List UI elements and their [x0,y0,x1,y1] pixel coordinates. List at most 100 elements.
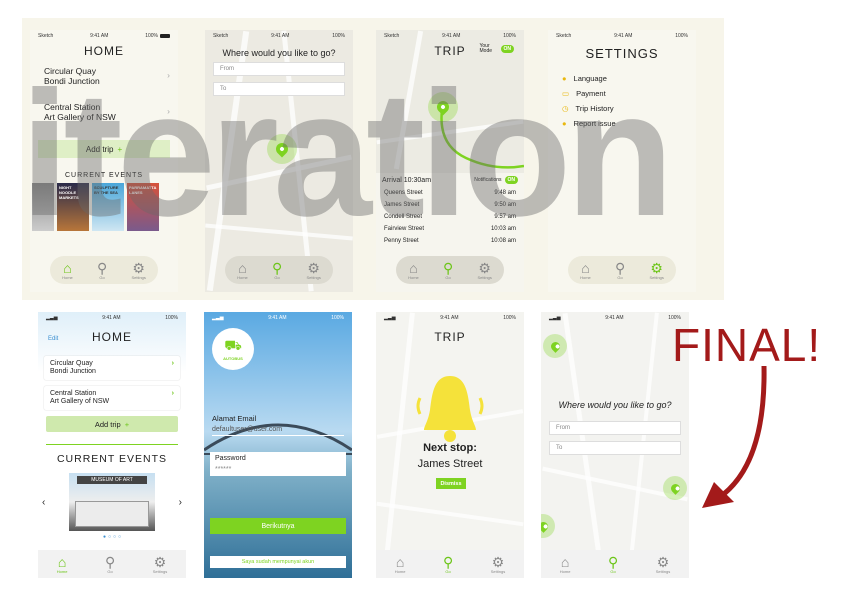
tab-home[interactable]: ⌂ Home [395,555,406,574]
settings-item-payment[interactable]: ▭ Payment [548,86,696,101]
mode-toggle[interactable]: Your Mode ON [480,44,514,54]
event-card[interactable]: MUSEUM OF ART [69,473,155,531]
search-question: Where would you like to go? [558,400,672,410]
location-marker[interactable] [663,476,687,500]
tab-bar: ⌂ Home ⚲ Go ⚙ Settings [38,550,186,578]
tab-go[interactable]: ⚲ Go [97,261,107,280]
stop-time: 10:03 am [490,226,516,232]
stop-time: 10:08 am [490,238,516,244]
tab-go[interactable]: ⚲ Go [272,261,282,280]
tab-settings[interactable]: ⚙ Settings [131,261,145,280]
tab-settings[interactable]: ⚙ Settings [306,261,320,280]
chevron-right-icon: › [167,106,170,116]
trip-item[interactable]: Central Station Art Gallery of NSW › [44,386,180,410]
carousel-dots[interactable]: ● ○ ○ ○ [38,534,186,540]
plus-icon: + [117,144,123,154]
status-bar: Sketch 9:41 AM 100% [30,30,178,42]
tab-go[interactable]: ⚲ Go [105,555,115,574]
stop-list: Queens Street 9:48 am James Street 9:50 am C… [376,187,524,247]
event-card-partial[interactable] [32,183,54,231]
current-location-marker[interactable] [428,92,458,122]
events-carousel[interactable]: NIGHT NOODLE MARKETS SCULPTURE BY THE SE… [30,183,178,231]
carousel-dot[interactable]: ○ [108,534,111,540]
tab-bar: ⌂ Home ⚲ Go ⚙ Settings [541,550,689,578]
settings-item-language[interactable]: ● Language [548,71,696,86]
status-bar: ▂▃▅ 9:41 AM 100% [384,315,516,321]
status-bar: Sketch 9:41 AM 100% [384,33,516,39]
tab-settings[interactable]: ⚙ Settings [649,261,663,280]
add-trip-button[interactable]: Add trip + [46,416,178,432]
settings-item-trip-history[interactable]: ◷ Trip History [548,101,696,116]
chevron-right-icon[interactable]: › [179,497,182,508]
stop-time: 9:48 am [494,190,516,196]
tab-go[interactable]: ⚲ Go [615,261,625,280]
page-title: HOME [92,330,132,344]
location-pin-icon: ⚲ [271,259,283,276]
location-pin-icon: ⚲ [442,553,454,570]
location-marker[interactable] [541,514,555,538]
tab-go[interactable]: ⚲ Go [608,555,618,574]
tab-settings[interactable]: ⚙ Settings [656,555,670,574]
screen-trip-iteration: Sketch 9:41 AM 100% TRIP Your Mode ON Arri… [376,30,524,292]
email-field[interactable]: defaultuser@user.com [212,426,344,436]
add-trip-button[interactable]: Add trip + [38,140,170,158]
events-heading: CURRENT EVENTS [56,453,168,465]
tab-home[interactable]: ⌂ Home [408,261,419,280]
chevron-right-icon: › [171,390,174,397]
password-field[interactable]: Password ****** [210,452,346,476]
clock-icon: ◷ [562,104,569,113]
from-field[interactable]: From [549,421,681,435]
home-icon: ⌂ [57,553,67,570]
gear-icon: ⚙ [132,259,145,276]
next-button[interactable]: Berikutnya [210,518,346,534]
chevron-left-icon[interactable]: ‹ [42,497,45,508]
screen-trip-final: ▂▃▅ 9:41 AM 100% TRIP Next stop: James Str… [376,312,524,578]
app-logo: ⛟ AUTOBUS [212,328,254,370]
toggle-switch[interactable]: ON [500,45,514,53]
tab-settings[interactable]: ⚙ Settings [153,555,167,574]
gear-icon: ⚙ [307,259,320,276]
location-pin-icon: ⚲ [614,259,626,276]
tab-home[interactable]: ⌂ Home [57,555,68,574]
bus-icon: ⛟ [224,337,242,353]
event-card[interactable]: NIGHT NOODLE MARKETS [57,183,89,231]
event-card[interactable]: PARRAMATTA LANES [127,183,159,231]
location-pin-icon: ⚲ [96,259,108,276]
to-field[interactable]: To [549,441,681,455]
trip-item[interactable]: Circular Quay Bondi Junction › [30,64,178,88]
screen-go-final: ▂▃▅ 9:41 AM 100% Where would you like to g… [541,312,689,578]
current-location-marker[interactable] [267,134,297,164]
tab-home[interactable]: ⌂ Home [580,261,591,280]
tab-home[interactable]: ⌂ Home [560,555,571,574]
carousel-dot[interactable]: ● [103,534,106,540]
carousel-dot[interactable]: ○ [118,534,121,540]
tab-home[interactable]: ⌂ Home [62,261,73,280]
tab-go[interactable]: ⚲ Go [443,261,453,280]
plus-icon: + [124,419,130,429]
gear-icon: ⚙ [491,553,505,570]
tab-home[interactable]: ⌂ Home [237,261,248,280]
trip-item[interactable]: Central Station Art Gallery of NSW › [30,100,178,124]
tab-bar: ⌂ Home ⚲ Go ⚙ Settings [225,256,333,284]
settings-item-report-issue[interactable]: ● Report issue [548,116,696,131]
trip-item[interactable]: Circular Quay Bondi Junction › [44,356,180,380]
from-field[interactable]: From [213,62,345,76]
location-marker[interactable] [543,334,567,358]
dismiss-button[interactable]: Dismiss [436,478,466,489]
carousel-dot[interactable]: ○ [113,534,116,540]
tab-bar: ⌂ Home ⚲ Go ⚙ Settings [50,256,158,284]
location-pin-icon: ⚲ [442,259,454,276]
notifications-toggle[interactable]: Notifications ON [474,176,518,184]
have-account-link[interactable]: Saya sudah mempunyai akun [210,556,346,568]
edit-button[interactable]: Edit [48,336,58,342]
page-title: SETTINGS [585,46,659,61]
tab-settings[interactable]: ⚙ Settings [491,555,505,574]
event-sign: MUSEUM OF ART [77,476,147,484]
event-card[interactable]: SCULPTURE BY THE SEA [92,183,124,231]
gear-icon: ⚙ [650,259,663,276]
to-field[interactable]: To [213,82,345,96]
home-icon: ⌂ [238,259,247,276]
chevron-right-icon: › [167,70,170,80]
tab-settings[interactable]: ⚙ Settings [477,261,491,280]
tab-go[interactable]: ⚲ Go [443,555,453,574]
